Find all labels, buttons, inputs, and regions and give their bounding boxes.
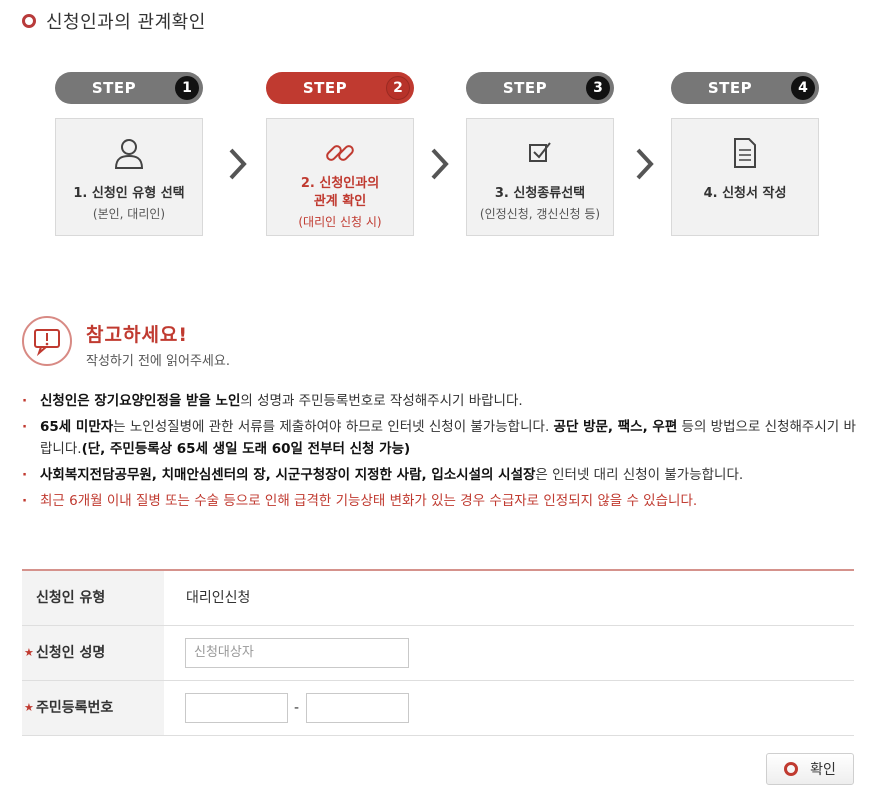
checkbox-icon xyxy=(467,135,613,171)
required-star-icon: ★ xyxy=(24,646,34,659)
rrn-second-input[interactable] xyxy=(306,693,409,723)
applicant-name-input[interactable]: 신청대상자 xyxy=(185,638,409,668)
form-row-rrn: ★ 주민등록번호 - xyxy=(22,681,854,736)
rrn-label-cell: ★ 주민등록번호 xyxy=(22,681,164,735)
step-4-pill: STEP 4 xyxy=(671,72,819,104)
step-2-number: 2 xyxy=(386,76,410,100)
step-1-subtitle: (본인, 대리인) xyxy=(92,207,166,221)
type-value: 대리인신청 xyxy=(186,590,251,606)
step-1-title: 1. 신청인 유형 선택 xyxy=(73,186,185,201)
step-1-label: STEP xyxy=(91,79,137,97)
notice-subtitle: 작성하기 전에 읽어주세요. xyxy=(86,354,230,369)
note-item: 65세 미만자는 노인성질병에 관한 서류를 제출하여야 하므로 인터넷 신청이… xyxy=(22,416,858,460)
step-3-subtitle: (인정신청, 갱신신청 등) xyxy=(479,207,601,221)
step-1-number: 1 xyxy=(175,76,199,100)
step-2-pill: STEP 2 xyxy=(266,72,414,104)
step-4-number: 4 xyxy=(791,76,815,100)
applicant-form: 신청인 유형 대리인신청 ★ 신청인 성명 신청대상자 ★ 주민등록번호 - xyxy=(22,569,854,736)
link-icon xyxy=(267,135,413,171)
step-3-box: 3. 신청종류선택 (인정신청, 갱신신청 등) xyxy=(466,118,614,236)
notice-title: 참고하세요! xyxy=(86,324,189,346)
rrn-separator: - xyxy=(294,700,300,716)
note-item: 신청인은 장기요양인정을 받을 노인의 성명과 주민등록번호로 작성해주시기 바… xyxy=(22,390,858,412)
chevron-right-icon xyxy=(229,148,247,180)
chevron-right-icon xyxy=(431,148,449,180)
confirm-label: 확인 xyxy=(810,762,836,778)
step-3-pill: STEP 3 xyxy=(466,72,614,104)
circle-icon xyxy=(784,762,799,776)
form-row-type: 신청인 유형 대리인신청 xyxy=(22,571,854,626)
form-row-name: ★ 신청인 성명 신청대상자 xyxy=(22,626,854,681)
user-icon xyxy=(56,135,202,171)
step-2-label: STEP xyxy=(302,79,348,97)
alert-icon xyxy=(22,316,72,366)
step-1-box: 1. 신청인 유형 선택 (본인, 대리인) xyxy=(55,118,203,236)
title-bullet-icon xyxy=(22,14,36,28)
document-icon xyxy=(672,135,818,171)
step-2-subtitle: (대리인 신청 시) xyxy=(298,215,382,229)
step-3-number: 3 xyxy=(586,76,610,100)
step-4-title: 4. 신청서 작성 xyxy=(703,186,787,201)
note-item-warning: 최근 6개월 이내 질병 또는 수술 등으로 인해 급격한 기능상태 변화가 있… xyxy=(22,490,858,512)
step-4-label: STEP xyxy=(707,79,753,97)
step-3-title: 3. 신청종류선택 xyxy=(494,186,586,201)
page-title: 신청인과의 관계확인 xyxy=(46,12,206,33)
step-2-title: 2. 신청인과의 관계 확인 xyxy=(300,176,380,209)
note-item: 사회복지전담공무원, 치매안심센터의 장, 시군구청장이 지정한 사람, 입소시… xyxy=(22,464,858,486)
step-3-label: STEP xyxy=(502,79,548,97)
rrn-label: 주민등록번호 xyxy=(36,700,114,716)
required-star-icon: ★ xyxy=(24,701,34,714)
name-label: 신청인 성명 xyxy=(36,645,106,661)
notes-list: 신청인은 장기요양인정을 받을 노인의 성명과 주민등록번호로 작성해주시기 바… xyxy=(22,390,858,516)
confirm-button[interactable]: 확인 xyxy=(766,753,854,785)
step-4-box: 4. 신청서 작성 xyxy=(671,118,819,236)
page-title-row: 신청인과의 관계확인 xyxy=(22,8,206,34)
chevron-right-icon xyxy=(636,148,654,180)
rrn-first-input[interactable] xyxy=(185,693,288,723)
step-2-box: 2. 신청인과의 관계 확인 (대리인 신청 시) xyxy=(266,118,414,236)
step-1-pill: STEP 1 xyxy=(55,72,203,104)
name-label-cell: ★ 신청인 성명 xyxy=(22,626,164,680)
type-label: 신청인 유형 xyxy=(22,571,164,625)
